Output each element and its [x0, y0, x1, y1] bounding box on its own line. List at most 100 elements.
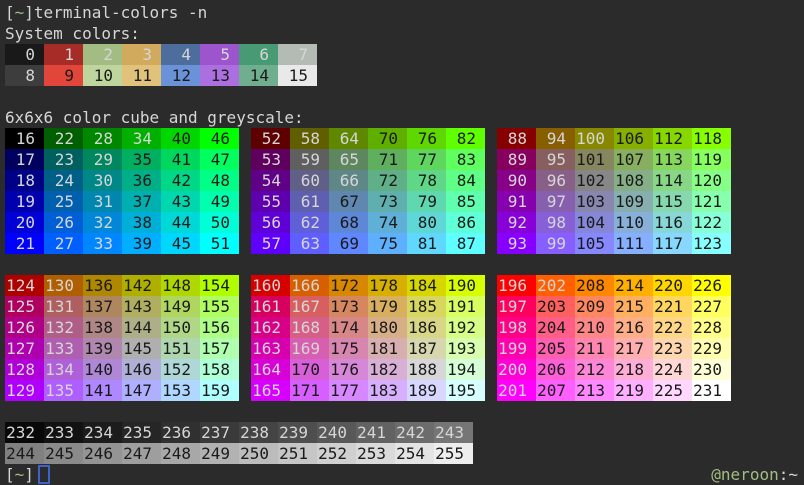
color-cell-168: 168 [290, 317, 329, 338]
color-cell-140: 140 [83, 359, 122, 380]
color-cell-109: 109 [614, 191, 653, 212]
color-cell-135: 135 [44, 380, 83, 401]
color-cell-221: 221 [653, 296, 692, 317]
color-cell-245: 245 [44, 443, 83, 464]
color-cell-67: 67 [329, 191, 368, 212]
color-row: 197203209215221227 [497, 296, 731, 317]
color-cell-147: 147 [122, 380, 161, 401]
color-cell-175: 175 [329, 338, 368, 359]
prompt-bracket-open: [ [5, 464, 15, 485]
color-cell-171: 171 [290, 380, 329, 401]
color-cell-35: 35 [122, 149, 161, 170]
color-row: 556167737985 [251, 191, 485, 212]
color-cell-197: 197 [497, 296, 536, 317]
color-cell-28: 28 [83, 128, 122, 149]
color-cell-228: 228 [692, 317, 731, 338]
color-cube-block: 1241301361421481541251311371431491551261… [5, 275, 239, 401]
color-cube-row-2: 1241301361421481541251311371431491551261… [5, 275, 804, 401]
color-cell-102: 102 [575, 170, 614, 191]
blank-line [5, 254, 804, 275]
color-cell-198: 198 [497, 317, 536, 338]
color-cell-66: 66 [329, 170, 368, 191]
color-row: 232233234235236237238239240241242243 [5, 422, 804, 443]
color-cell-54: 54 [251, 170, 290, 191]
prompt-bracket-close: ] [24, 3, 34, 22]
color-cell-201: 201 [497, 380, 536, 401]
color-cell-14: 14 [239, 65, 278, 86]
color-cell-111: 111 [614, 233, 653, 254]
color-cell-45: 45 [161, 233, 200, 254]
color-cell-143: 143 [122, 296, 161, 317]
color-cell-241: 241 [356, 422, 395, 443]
color-cell-211: 211 [575, 338, 614, 359]
color-cell-91: 91 [497, 191, 536, 212]
color-cell-110: 110 [614, 212, 653, 233]
color-cell-202: 202 [536, 275, 575, 296]
color-cell-236: 236 [161, 422, 200, 443]
color-cell-8: 8 [5, 65, 44, 86]
color-cell-199: 199 [497, 338, 536, 359]
color-row: 212733394551 [5, 233, 239, 254]
color-cell-185: 185 [407, 296, 446, 317]
color-cell-195: 195 [446, 380, 485, 401]
blank-line [5, 86, 804, 107]
color-cell-237: 237 [200, 422, 239, 443]
color-cell-208: 208 [575, 275, 614, 296]
color-cell-30: 30 [83, 170, 122, 191]
color-cell-156: 156 [200, 317, 239, 338]
color-row: 160166172178184190 [251, 275, 485, 296]
color-cell-234: 234 [83, 422, 122, 443]
color-row: 164170176182188194 [251, 359, 485, 380]
color-cell-137: 137 [83, 296, 122, 317]
color-cell-139: 139 [83, 338, 122, 359]
color-cell-238: 238 [239, 422, 278, 443]
right-prompt-colon: : [779, 465, 789, 484]
color-row: 162168174180186192 [251, 317, 485, 338]
bottom-prompt-line[interactable]: [~]@neroon:~ [5, 464, 804, 485]
color-row: 244245246247248249250251252253254255 [5, 443, 804, 464]
color-cell-33: 33 [83, 233, 122, 254]
color-cell-104: 104 [575, 212, 614, 233]
color-cell-181: 181 [368, 338, 407, 359]
color-cube-block: 1622283440461723293541471824303642481925… [5, 128, 239, 254]
color-cell-157: 157 [200, 338, 239, 359]
color-row: 127133139145151157 [5, 338, 239, 359]
color-cell-136: 136 [83, 275, 122, 296]
color-cell-87: 87 [446, 233, 485, 254]
terminal-window[interactable]: [~]terminal-colors -n System colors: 012… [0, 0, 804, 485]
color-cell-164: 164 [251, 359, 290, 380]
color-cell-6: 6 [239, 44, 278, 65]
color-cell-127: 127 [5, 338, 44, 359]
color-cell-203: 203 [536, 296, 575, 317]
color-cell-57: 57 [251, 233, 290, 254]
color-cell-19: 19 [5, 191, 44, 212]
color-row: 196202208214220226 [497, 275, 731, 296]
color-cell-70: 70 [368, 128, 407, 149]
color-cell-255: 255 [434, 443, 473, 464]
color-cube-block: 8894100106112118899510110711311990961021… [497, 128, 731, 254]
color-cell-3: 3 [122, 44, 161, 65]
color-cell-31: 31 [83, 191, 122, 212]
color-cell-240: 240 [317, 422, 356, 443]
color-cell-94: 94 [536, 128, 575, 149]
color-row: 535965717783 [251, 149, 485, 170]
color-cell-122: 122 [692, 212, 731, 233]
color-cell-23: 23 [44, 149, 83, 170]
color-cell-142: 142 [122, 275, 161, 296]
color-cell-186: 186 [407, 317, 446, 338]
color-cell-218: 218 [614, 359, 653, 380]
color-cell-60: 60 [290, 170, 329, 191]
color-cell-126: 126 [5, 317, 44, 338]
system-colors-grid: 0123456789101112131415 [5, 44, 804, 86]
color-row: 525864707682 [251, 128, 485, 149]
color-cell-26: 26 [44, 212, 83, 233]
color-cell-82: 82 [446, 128, 485, 149]
greyscale-grid: 2322332342352362372382392402412422432442… [5, 422, 804, 464]
color-cell-150: 150 [161, 317, 200, 338]
color-cell-183: 183 [368, 380, 407, 401]
color-row: 89101112131415 [5, 65, 804, 86]
color-cell-49: 49 [200, 191, 239, 212]
color-cell-187: 187 [407, 338, 446, 359]
color-cell-97: 97 [536, 191, 575, 212]
color-cell-72: 72 [368, 170, 407, 191]
